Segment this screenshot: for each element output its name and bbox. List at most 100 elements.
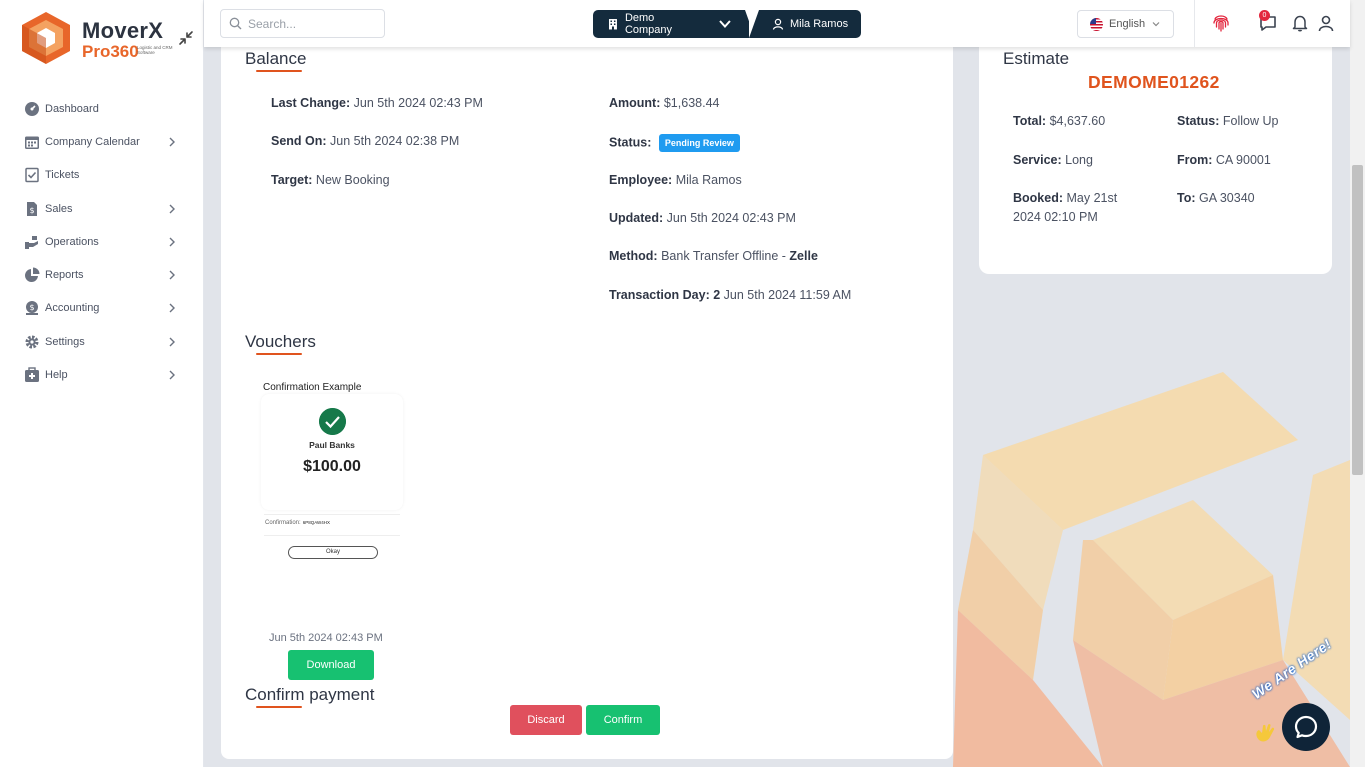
balance-title-underline [256, 70, 302, 72]
logo-product: Pro360 [82, 42, 139, 61]
sidebar-item-help[interactable]: Help [0, 358, 204, 391]
sidebar-item-dashboard[interactable]: Dashboard [0, 92, 204, 125]
header-divider [1194, 0, 1195, 47]
estimate-service-field: Service: Long [1013, 153, 1093, 167]
app-logo[interactable]: MoverX Pro360 Logistic and CRM Software [18, 10, 178, 66]
language-selector[interactable]: English [1077, 10, 1174, 38]
chevron-right-icon [169, 270, 175, 280]
estimate-booked-field: Booked: May 21st 2024 02:10 PM [1013, 191, 1118, 224]
profile-icon[interactable] [1316, 13, 1336, 33]
estimate-title: Estimate [1003, 49, 1070, 68]
sidebar-item-operations[interactable]: Operations [0, 225, 204, 258]
voucher-image[interactable]: Confirmation Example Paul Banks $100.00 … [256, 378, 408, 610]
background-boxes-illustration [953, 372, 1350, 767]
sales-icon: $ [27, 201, 37, 216]
last-change-field: Last Change: Jun 5th 2024 02:43 PM [271, 96, 483, 110]
transaction-day-field: Transaction Day: 2 Jun 5th 2024 11:59 AM [609, 288, 852, 302]
amount-field: Amount: $1,638.44 [609, 96, 720, 110]
us-flag-icon [1090, 17, 1103, 31]
operations-icon [25, 235, 38, 249]
sidebar-item-sales[interactable]: $ Sales [0, 192, 204, 225]
sidebar-item-label: Operations [45, 235, 99, 248]
voucher-separator [264, 514, 400, 515]
status-badge: Pending Review [658, 134, 740, 152]
chat-icon [1294, 715, 1318, 739]
download-button[interactable]: Download [288, 650, 374, 680]
user-selector[interactable]: Mila Ramos [749, 10, 861, 38]
page-scrollbar-thumb[interactable] [1352, 165, 1363, 475]
company-user-switcher: Demo Company Mila Ramos [593, 10, 861, 38]
sidebar-item-label: Help [45, 369, 68, 382]
estimate-number-link[interactable]: DEMOME01262 [1088, 72, 1220, 93]
status-field: Status: Pending Review [609, 134, 740, 152]
logo-mark-icon [22, 12, 70, 64]
sidebar-item-company-calendar[interactable]: Company Calendar [0, 125, 204, 158]
voucher-image-title: Confirmation Example [263, 382, 362, 393]
sidebar-item-label: Accounting [45, 302, 100, 315]
svg-text:$: $ [29, 206, 34, 215]
updated-field: Updated: Jun 5th 2024 02:43 PM [609, 211, 796, 225]
building-icon [608, 19, 617, 30]
accounting-icon: $ [26, 301, 38, 316]
voucher-payee-name: Paul Banks [309, 440, 355, 450]
sidebar-item-label: Settings [45, 335, 85, 348]
estimate-from-field: From: CA 90001 [1177, 153, 1271, 167]
balance-title: Balance [245, 49, 307, 68]
dashboard-icon [25, 101, 39, 116]
sidebar-item-reports[interactable]: Reports [0, 258, 204, 291]
confirm-payment-title-underline [256, 706, 302, 708]
svg-text:$: $ [29, 303, 34, 312]
voucher-confirmation: Confirmation: 6P8QAW4HX [265, 520, 331, 526]
top-bar: Demo Company Mila Ramos English 0 [204, 0, 1350, 47]
discard-button[interactable]: Discard [510, 705, 582, 735]
sidebar-nav: Dashboard Company Calendar Tickets $ Sal… [0, 92, 204, 392]
logo-tagline: Logistic and CRM Software [137, 45, 173, 55]
chevron-down-icon [1152, 22, 1160, 27]
logo-name: MoverX [82, 18, 164, 43]
estimate-status-field: Status: Follow Up [1177, 114, 1279, 128]
company-selector[interactable]: Demo Company [593, 10, 755, 38]
sidebar-item-settings[interactable]: Settings [0, 325, 204, 358]
waving-hand-icon [1256, 724, 1275, 742]
chevron-down-icon [719, 20, 731, 28]
collapse-sidebar-icon[interactable] [176, 28, 196, 48]
estimate-total-field: Total: $4,637.60 [1013, 114, 1106, 128]
sidebar-item-accounting[interactable]: $ Accounting [0, 292, 204, 325]
sidebar-item-label: Dashboard [45, 102, 99, 115]
chevron-right-icon [169, 237, 175, 247]
voucher-date: Jun 5th 2024 02:43 PM [269, 632, 383, 644]
confirm-payment-title: Confirm payment [245, 685, 375, 704]
voucher-separator [264, 535, 400, 536]
bell-icon[interactable] [1290, 13, 1310, 33]
sidebar: MoverX Pro360 Logistic and CRM Software … [0, 0, 204, 767]
chat-widget-button[interactable] [1282, 703, 1330, 751]
check-circle-icon [319, 408, 346, 435]
tickets-icon [25, 167, 39, 183]
chevron-right-icon [169, 303, 175, 313]
chevron-right-icon [169, 337, 175, 347]
reports-icon [25, 267, 40, 283]
voucher-amount: $100.00 [303, 458, 361, 475]
search-icon [229, 17, 242, 30]
fingerprint-icon[interactable] [1210, 12, 1232, 34]
user-name: Mila Ramos [790, 18, 849, 30]
language-label: English [1109, 18, 1146, 30]
method-field: Method: Bank Transfer Offline - Zelle [609, 249, 818, 263]
vouchers-title: Vouchers [245, 332, 316, 351]
estimate-to-field: To: GA 30340 [1177, 191, 1255, 205]
sidebar-item-tickets[interactable]: Tickets [0, 159, 204, 192]
help-icon [25, 367, 39, 383]
vouchers-title-underline [256, 353, 302, 355]
target-field: Target: New Booking [271, 173, 390, 187]
company-name: Demo Company [624, 12, 673, 36]
send-on-field: Send On: Jun 5th 2024 02:38 PM [271, 134, 460, 148]
sidebar-item-label: Sales [45, 202, 73, 215]
confirm-button[interactable]: Confirm [586, 705, 660, 735]
search-input[interactable] [248, 16, 378, 31]
sidebar-item-label: Company Calendar [45, 135, 140, 148]
search-box[interactable] [220, 9, 385, 38]
sidebar-item-label: Tickets [45, 169, 80, 182]
chevron-right-icon [169, 137, 175, 147]
gear-icon [25, 335, 39, 349]
chevron-right-icon [169, 370, 175, 380]
